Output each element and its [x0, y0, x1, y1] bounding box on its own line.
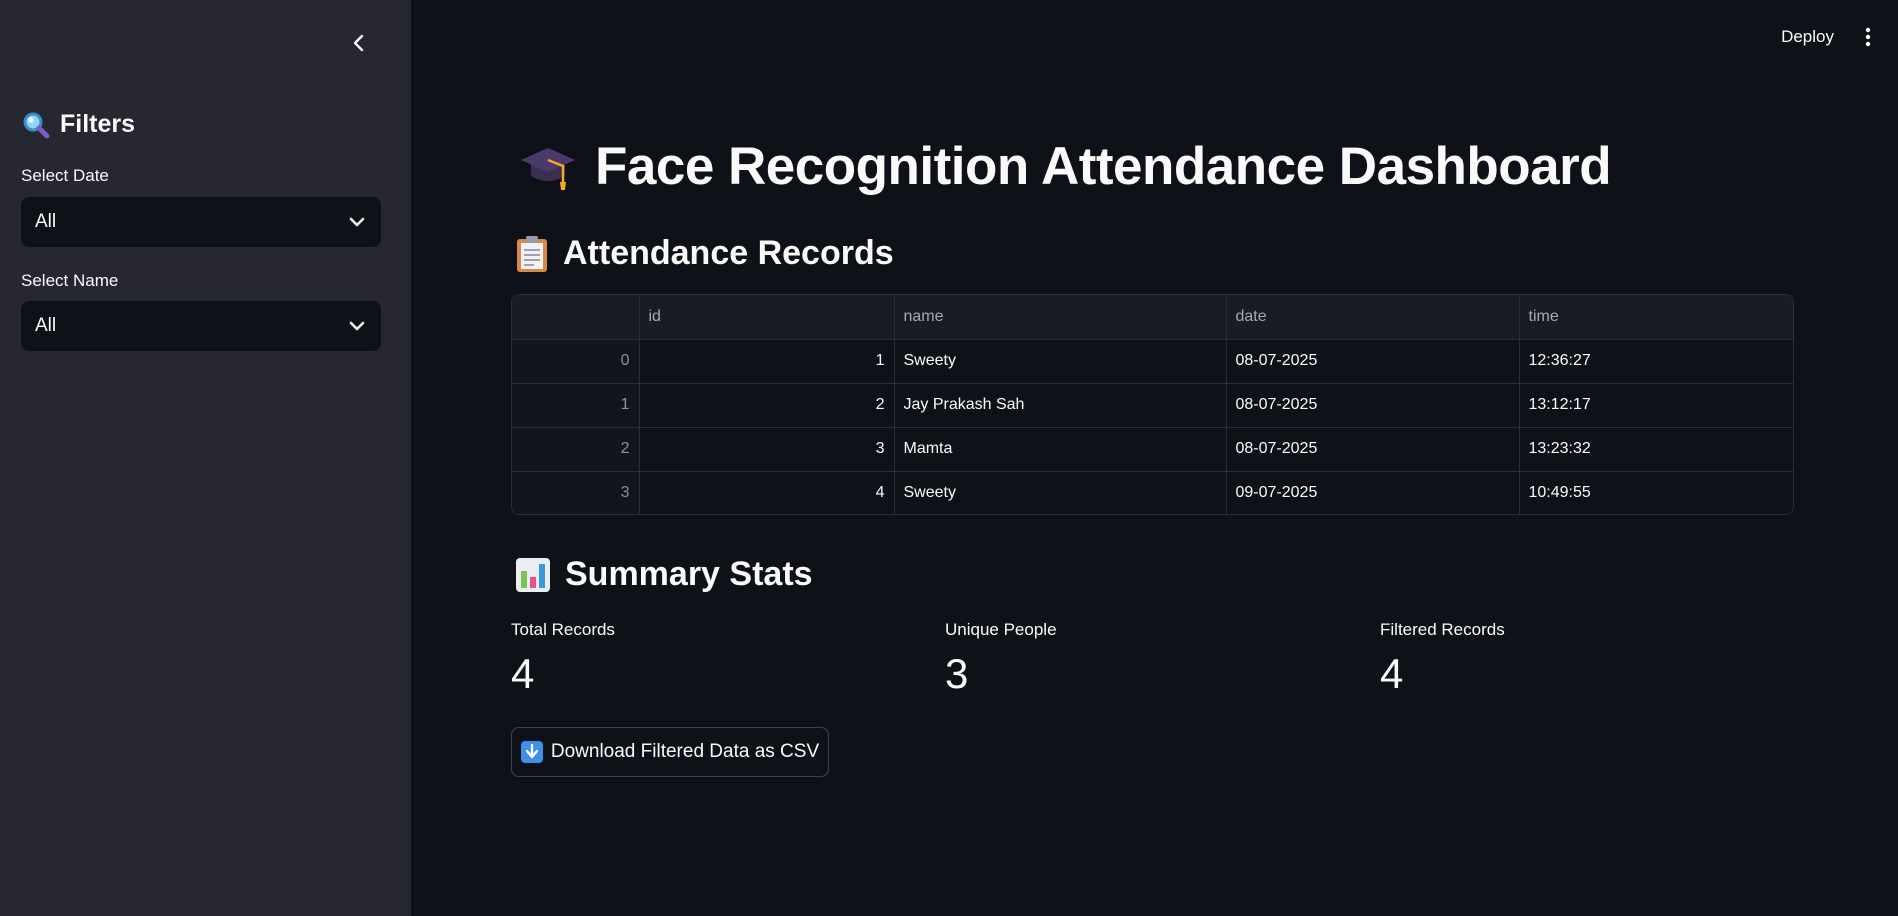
metric-total-records: Total Records 4	[511, 620, 615, 698]
kebab-menu-icon	[1865, 27, 1871, 47]
select-name-label: Select Name	[21, 271, 119, 290]
time-cell[interactable]: 12:36:27	[1519, 339, 1793, 384]
table-row: 1 2 Jay Prakash Sah 08-07-2025 13:12:17	[512, 383, 1793, 428]
row-index-cell[interactable]: 3	[512, 471, 640, 514]
table-row: 0 1 Sweety 08-07-2025 12:36:27	[512, 339, 1793, 384]
column-header-name[interactable]: name	[894, 295, 1227, 340]
page-title: Face Recognition Attendance Dashboard	[519, 136, 1612, 197]
name-cell[interactable]: Mamta	[894, 427, 1227, 472]
download-csv-label: Download Filtered Data as CSV	[550, 741, 820, 762]
date-cell[interactable]: 08-07-2025	[1226, 339, 1520, 384]
date-cell[interactable]: 08-07-2025	[1226, 427, 1520, 472]
records-heading-text: Attendance Records	[563, 234, 894, 272]
attendance-table[interactable]: id name date time 0 1 Sweety 08-07-2025 …	[511, 294, 1794, 515]
metric-value: 4	[1380, 650, 1404, 697]
graduation-cap-icon	[521, 147, 575, 190]
column-header-date[interactable]: date	[1226, 295, 1520, 340]
sidebar: Filters Select Date All Select Name All	[0, 0, 411, 916]
select-name-dropdown[interactable]: All	[21, 301, 381, 351]
time-cell[interactable]: 13:12:17	[1519, 383, 1793, 428]
chevron-down-icon	[349, 217, 365, 227]
name-cell[interactable]: Sweety	[894, 471, 1227, 514]
collapse-sidebar-button[interactable]	[340, 24, 378, 62]
chevron-left-icon	[353, 34, 364, 52]
page-title-text: Face Recognition Attendance Dashboard	[595, 137, 1612, 196]
stats-heading: Summary Stats	[515, 555, 813, 594]
metric-label: Unique People	[945, 620, 1057, 639]
clipboard-icon	[517, 235, 547, 272]
row-index-cell[interactable]: 2	[512, 427, 640, 472]
column-header-id[interactable]: id	[639, 295, 895, 340]
select-date-dropdown[interactable]: All	[21, 197, 381, 247]
deploy-button[interactable]: Deploy	[1775, 23, 1840, 51]
metric-value: 4	[511, 650, 535, 697]
metric-label: Total Records	[511, 620, 615, 639]
metric-filtered-records: Filtered Records 4	[1380, 620, 1505, 698]
time-cell[interactable]: 13:23:32	[1519, 427, 1793, 472]
stats-heading-text: Summary Stats	[565, 555, 813, 593]
table-header-row: id name date time	[512, 295, 1793, 340]
id-cell[interactable]: 2	[639, 383, 895, 428]
top-toolbar: Deploy	[1775, 22, 1878, 52]
time-cell[interactable]: 10:49:55	[1519, 471, 1793, 514]
row-index-cell[interactable]: 1	[512, 383, 640, 428]
magnifier-icon	[23, 112, 50, 138]
metric-value: 3	[945, 650, 969, 697]
bar-chart-icon	[516, 557, 550, 592]
main-menu-button[interactable]	[1858, 22, 1878, 52]
table-row: 3 4 Sweety 09-07-2025 10:49:55	[512, 471, 1793, 514]
column-header-time[interactable]: time	[1519, 295, 1793, 340]
row-index-cell[interactable]: 0	[512, 339, 640, 384]
metric-unique-people: Unique People 3	[945, 620, 1057, 698]
select-name-value: All	[35, 315, 57, 336]
table-row: 2 3 Mamta 08-07-2025 13:23:32	[512, 427, 1793, 472]
filters-heading: Filters	[22, 110, 135, 139]
filters-heading-text: Filters	[60, 110, 136, 138]
down-arrow-icon	[520, 741, 543, 763]
id-cell[interactable]: 3	[639, 427, 895, 472]
date-cell[interactable]: 08-07-2025	[1226, 383, 1520, 428]
chevron-down-icon	[349, 321, 365, 331]
id-cell[interactable]: 4	[639, 471, 895, 514]
app-root: Filters Select Date All Select Name All …	[0, 0, 1898, 916]
name-cell[interactable]: Sweety	[894, 339, 1227, 384]
select-date-value: All	[35, 211, 57, 232]
id-cell[interactable]: 1	[639, 339, 895, 384]
column-header-index[interactable]	[512, 295, 640, 340]
records-heading: Attendance Records	[515, 234, 894, 273]
name-cell[interactable]: Jay Prakash Sah	[894, 383, 1227, 428]
download-csv-button[interactable]: Download Filtered Data as CSV	[511, 727, 829, 777]
main-content: Deploy Face Recognition Attendance Dashb…	[411, 0, 1898, 916]
date-cell[interactable]: 09-07-2025	[1226, 471, 1520, 514]
metric-label: Filtered Records	[1380, 620, 1505, 639]
select-date-label: Select Date	[21, 166, 109, 185]
